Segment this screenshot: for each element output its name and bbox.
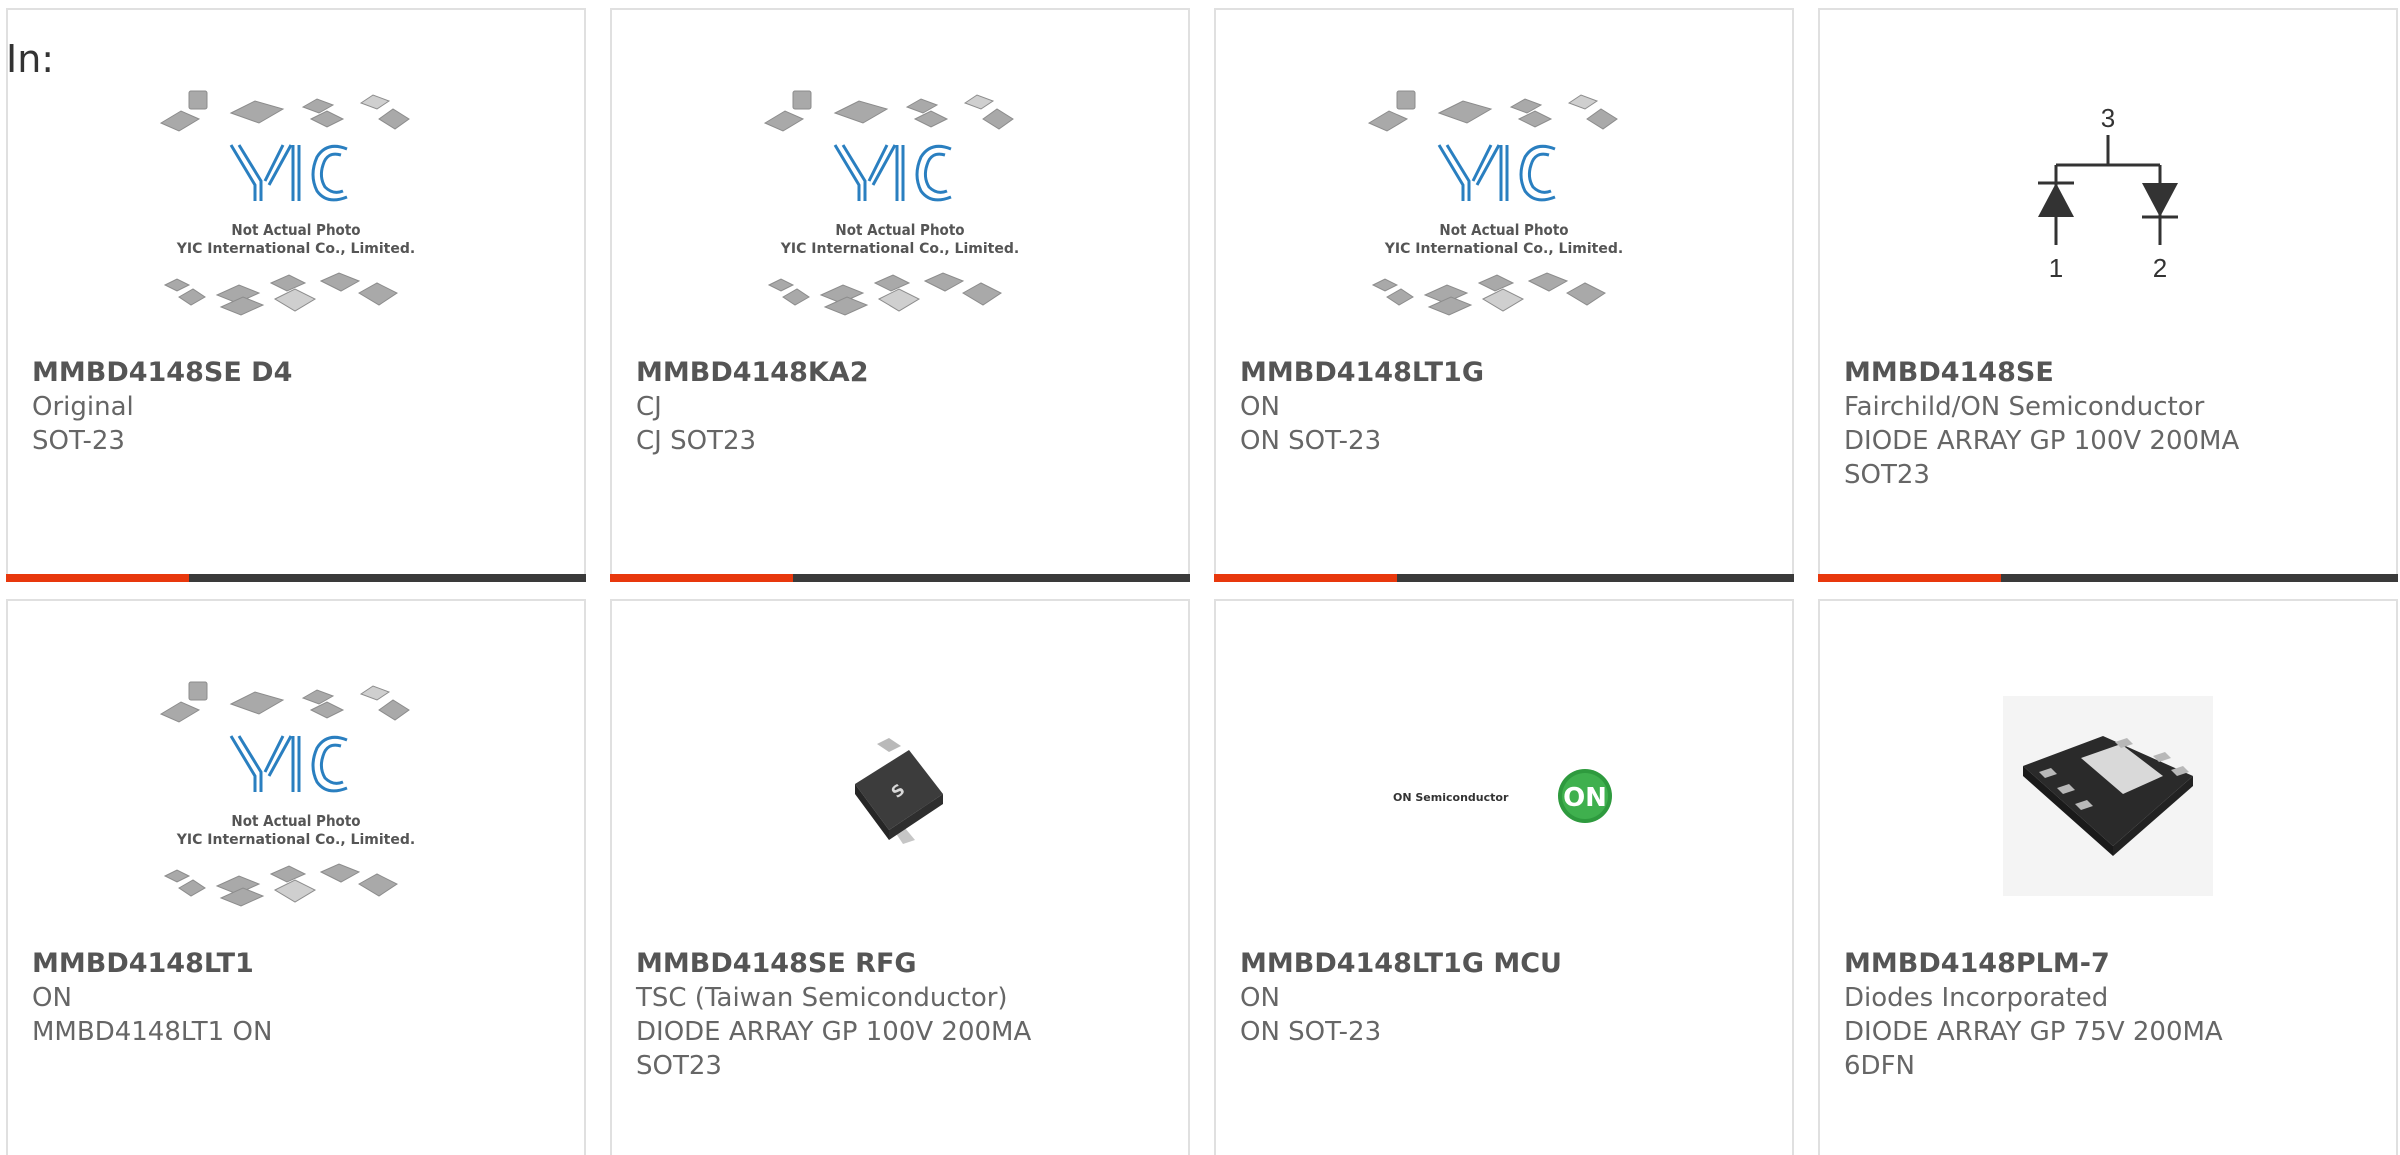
product-manufacturer: ON	[1240, 392, 1280, 422]
product-info: MMBD4148SE RFG TSC (Taiwan Semiconductor)…	[636, 947, 1168, 1083]
sot23-package-image: S	[855, 738, 943, 844]
product-info: MMBD4148LT1 ON MMBD4148LT1 ON	[32, 947, 564, 1049]
product-name-link[interactable]: MMBD4148SE	[1844, 356, 2376, 390]
placeholder-line2: YIC International Co., Limited.	[1384, 241, 1623, 257]
yic-placeholder-image: Not Actual Photo YIC International Co., …	[159, 681, 415, 907]
product-image[interactable]: Not Actual Photo YIC International Co., …	[8, 651, 584, 941]
product-image[interactable]: S	[612, 651, 1188, 941]
product-grid: In: Not Actual Photo YIC International C…	[0, 0, 2400, 1155]
card-accent-bar	[1818, 574, 2001, 582]
yic-placeholder-image: Not Actual Photo YIC International Co., …	[159, 90, 415, 316]
product-description: SOT23	[1844, 460, 1930, 490]
product-info: MMBD4148KA2 CJ CJ SOT23	[636, 356, 1168, 458]
card-bottom-bar	[1818, 574, 2398, 582]
product-card[interactable]: Not Actual Photo YIC International Co., …	[1214, 8, 1794, 582]
product-card[interactable]: 3 1 2 MMBD4148SE Fairchild/ON Semiconduct…	[1818, 8, 2398, 582]
on-semiconductor-logo: ON Semiconductor ON	[1393, 769, 1612, 823]
product-image[interactable]: Not Actual Photo YIC International Co., …	[612, 60, 1188, 350]
product-manufacturer: Original	[32, 392, 134, 422]
pin-1-label: 1	[2049, 253, 2063, 283]
card-accent-bar	[610, 574, 793, 582]
product-card[interactable]: ON Semiconductor ON MMBD4148LT1G MCU ON ON…	[1214, 599, 1794, 1155]
product-info: MMBD4148PLM-7 Diodes Incorporated DIODE AR…	[1844, 947, 2376, 1083]
product-description: 6DFN	[1844, 1051, 1915, 1081]
placeholder-line2: YIC International Co., Limited.	[176, 832, 415, 848]
placeholder-line2: YIC International Co., Limited.	[176, 241, 415, 257]
product-manufacturer: TSC (Taiwan Semiconductor)	[636, 983, 1008, 1013]
card-bottom-bar	[1214, 574, 1794, 582]
product-name-link[interactable]: MMBD4148LT1	[32, 947, 564, 981]
product-description: SOT-23	[32, 426, 125, 456]
product-manufacturer: Fairchild/ON Semiconductor	[1844, 392, 2205, 422]
yic-placeholder-image: Not Actual Photo YIC International Co., …	[1367, 90, 1623, 316]
product-name-link[interactable]: MMBD4148PLM-7	[1844, 947, 2376, 981]
card-accent-bar	[1214, 574, 1397, 582]
product-info: MMBD4148SE D4 Original SOT-23	[32, 356, 564, 458]
product-name-link[interactable]: MMBD4148SE D4	[32, 356, 564, 390]
product-card[interactable]: S MMBD4148SE RFG TSC (Taiwan Semiconducto…	[610, 599, 1190, 1155]
pin-3-label: 3	[2101, 103, 2115, 133]
placeholder-line1: Not Actual Photo	[1439, 221, 1568, 239]
product-manufacturer: ON	[32, 983, 72, 1013]
product-name-link[interactable]: MMBD4148LT1G	[1240, 356, 1772, 390]
product-description: DIODE ARRAY GP 75V 200MA	[1844, 1017, 2223, 1047]
card-accent-bar	[6, 574, 189, 582]
on-brand-text: ON Semiconductor	[1393, 791, 1509, 804]
dfn-package-image	[2003, 696, 2213, 896]
card-bottom-bar	[6, 574, 586, 582]
product-name-link[interactable]: MMBD4148LT1G MCU	[1240, 947, 1772, 981]
product-description: DIODE ARRAY GP 100V 200MA	[636, 1017, 1032, 1047]
product-description: MMBD4148LT1 ON	[32, 1017, 273, 1047]
pin-2-label: 2	[2153, 253, 2167, 283]
diode-schematic-image: 3 1 2	[2038, 103, 2178, 283]
on-mark-text: ON	[1563, 783, 1607, 813]
product-info: MMBD4148SE Fairchild/ON Semiconductor DIOD…	[1844, 356, 2376, 492]
product-image[interactable]	[1820, 651, 2396, 941]
product-manufacturer: Diodes Incorporated	[1844, 983, 2109, 1013]
product-image[interactable]: Not Actual Photo YIC International Co., …	[8, 60, 584, 350]
product-name-link[interactable]: MMBD4148SE RFG	[636, 947, 1168, 981]
product-name-link[interactable]: MMBD4148KA2	[636, 356, 1168, 390]
product-card[interactable]: MMBD4148PLM-7 Diodes Incorporated DIODE AR…	[1818, 599, 2398, 1155]
product-card[interactable]: Not Actual Photo YIC International Co., …	[6, 8, 586, 582]
product-image[interactable]: ON Semiconductor ON	[1216, 651, 1792, 941]
placeholder-line2: YIC International Co., Limited.	[780, 241, 1019, 257]
product-description: ON SOT-23	[1240, 426, 1382, 456]
product-card[interactable]: Not Actual Photo YIC International Co., …	[610, 8, 1190, 582]
product-card[interactable]: Not Actual Photo YIC International Co., …	[6, 599, 586, 1155]
placeholder-line1: Not Actual Photo	[231, 812, 360, 830]
product-description: ON SOT-23	[1240, 1017, 1382, 1047]
product-description: DIODE ARRAY GP 100V 200MA	[1844, 426, 2240, 456]
placeholder-line1: Not Actual Photo	[231, 221, 360, 239]
product-manufacturer: CJ	[636, 392, 662, 422]
yic-placeholder-image: Not Actual Photo YIC International Co., …	[763, 90, 1019, 316]
product-manufacturer: ON	[1240, 983, 1280, 1013]
product-description: SOT23	[636, 1051, 722, 1081]
product-info: MMBD4148LT1G MCU ON ON SOT-23	[1240, 947, 1772, 1049]
product-image[interactable]: 3 1 2	[1820, 60, 2396, 350]
product-info: MMBD4148LT1G ON ON SOT-23	[1240, 356, 1772, 458]
product-image[interactable]: Not Actual Photo YIC International Co., …	[1216, 60, 1792, 350]
filter-label: In:	[6, 37, 55, 81]
placeholder-line1: Not Actual Photo	[835, 221, 964, 239]
card-bottom-bar	[610, 574, 1190, 582]
product-description: CJ SOT23	[636, 426, 757, 456]
